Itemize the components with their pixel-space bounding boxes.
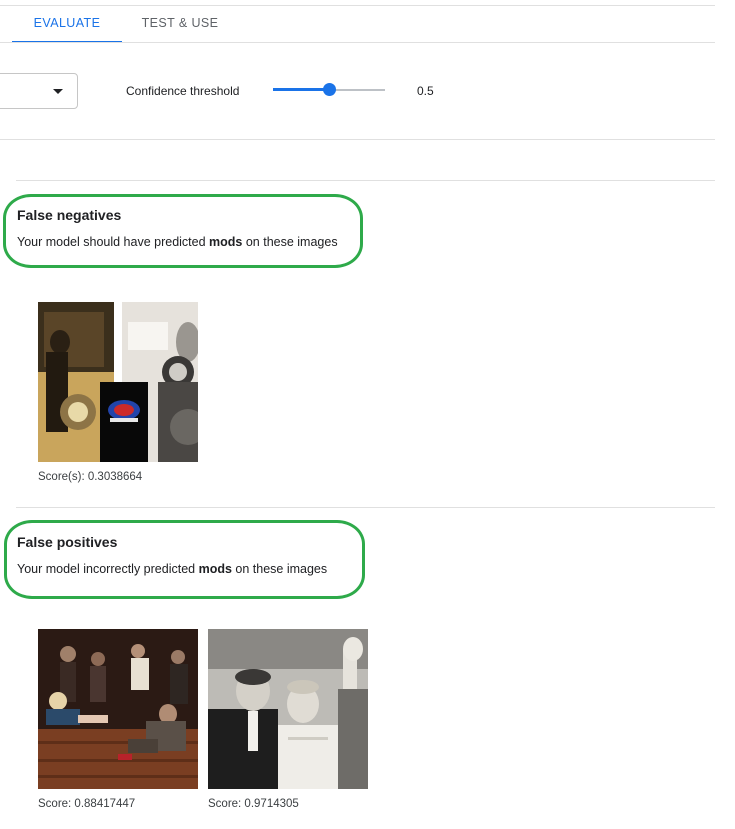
false-negatives-highlight — [3, 194, 363, 268]
confidence-threshold-slider[interactable] — [273, 80, 385, 100]
confidence-threshold-label: Confidence threshold — [126, 84, 240, 98]
tab-test-use[interactable]: TEST & USE — [125, 0, 235, 43]
false-positive-image-1[interactable] — [38, 629, 198, 789]
label-select-dropdown[interactable] — [0, 73, 78, 109]
section-divider-2 — [16, 507, 715, 508]
false-negative-score-1: Score(s): 0.3038664 — [38, 471, 143, 483]
slider-thumb[interactable] — [323, 83, 336, 96]
caret-down-icon — [53, 89, 63, 94]
label-name: mods — [209, 235, 243, 249]
controls-divider — [0, 139, 715, 140]
label-name: mods — [198, 562, 232, 576]
false-positive-score-1: Score: 0.88417447 — [38, 798, 136, 810]
section-divider-1 — [16, 180, 715, 181]
false-negatives-title: False negatives — [17, 207, 122, 223]
false-positives-title: False positives — [17, 534, 118, 550]
false-positive-image-2[interactable] — [208, 629, 368, 789]
false-negatives-description: Your model should have predicted mods on… — [17, 235, 338, 249]
confidence-threshold-value: 0.5 — [417, 84, 434, 98]
false-positives-highlight — [4, 520, 365, 599]
tab-evaluate[interactable]: EVALUATE — [12, 0, 122, 43]
false-positive-score-2: Score: 0.9714305 — [208, 798, 299, 810]
slider-fill — [273, 88, 329, 91]
false-negative-image-1[interactable] — [38, 302, 198, 462]
tabs-divider — [0, 42, 715, 43]
false-positives-description: Your model incorrectly predicted mods on… — [17, 562, 328, 576]
